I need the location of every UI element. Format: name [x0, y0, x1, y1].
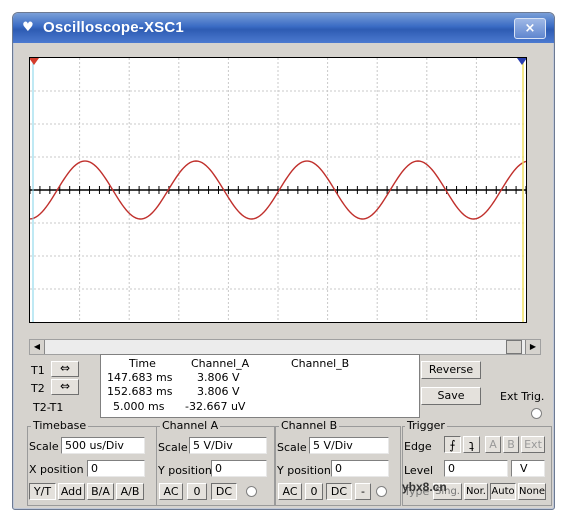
channel-a-dc-button[interactable]: DC	[211, 483, 237, 500]
save-button[interactable]: Save	[421, 387, 481, 405]
scope-screen	[30, 58, 526, 322]
col-channel-b: Channel_B	[291, 357, 350, 370]
trigger-title: Trigger	[405, 419, 447, 432]
col-time: Time	[129, 357, 156, 370]
t1-channel-a: 3.806 V	[197, 371, 240, 384]
t2-t1-time: 5.000 ms	[113, 400, 165, 413]
trigger-source-b-button[interactable]: B	[503, 436, 519, 453]
channel-a-ac-button[interactable]: AC	[159, 483, 183, 500]
trigger-auto-button[interactable]: Auto	[490, 483, 516, 500]
trigger-source-a-button[interactable]: A	[485, 436, 501, 453]
channel-a-ypos-label: Y position	[158, 464, 212, 477]
col-channel-a: Channel_A	[191, 357, 250, 370]
timebase-title: Timebase	[31, 419, 89, 432]
mode-ab-button[interactable]: A/B	[116, 483, 144, 500]
horizontal-scrollbar[interactable]: ◀ ▶	[29, 339, 541, 355]
scope-display	[29, 57, 527, 323]
ext-trig-radio[interactable]	[531, 408, 542, 419]
channel-a-gnd-button[interactable]: 0	[187, 483, 207, 500]
scroll-left-icon[interactable]: ◀	[30, 340, 45, 354]
channel-a-scale-label: Scale	[158, 441, 188, 454]
channel-b-minus-button[interactable]: -	[355, 483, 371, 500]
close-button[interactable]: ×	[514, 18, 546, 39]
channel-b-scale-label: Scale	[277, 441, 307, 454]
timebase-scale-field[interactable]: 500 us/Div	[61, 437, 145, 454]
measurement-table: Time Channel_A Channel_B 147.683 ms 3.80…	[100, 354, 420, 418]
mode-yt-button[interactable]: Y/T	[29, 483, 56, 500]
trigger-normal-button[interactable]: Nor.	[464, 483, 488, 500]
mode-add-button[interactable]: Add	[58, 483, 85, 500]
t2-channel-a: 3.806 V	[197, 385, 240, 398]
reverse-button[interactable]: Reverse	[421, 361, 481, 379]
cursor-t2-marker[interactable]	[517, 58, 526, 65]
level-label: Level	[404, 464, 434, 477]
ext-trig-label: Ext Trig.	[500, 390, 545, 403]
t2-time: 152.683 ms	[107, 385, 173, 398]
channel-b-ac-button[interactable]: AC	[278, 483, 302, 500]
channel-b-radio[interactable]	[376, 486, 387, 497]
t1-arrows-icon[interactable]: ⇔	[51, 361, 79, 377]
watermark: ybx8.cn	[402, 480, 447, 494]
oscilloscope-icon: ♥	[22, 20, 34, 35]
edge-label: Edge	[404, 440, 432, 453]
falling-edge-icon[interactable]: ʇ	[463, 436, 480, 453]
timebase-scale-label: Scale	[29, 440, 59, 453]
x-position-label: X position	[29, 463, 84, 476]
t2-label: T2	[31, 382, 45, 395]
trigger-none-button[interactable]: None	[518, 483, 546, 500]
t2-arrows-icon[interactable]: ⇔	[51, 379, 79, 395]
channel-a-scale-field[interactable]: 5 V/Div	[189, 437, 267, 454]
trigger-level-field[interactable]: 0	[444, 460, 508, 477]
window-title: Oscilloscope-XSC1	[43, 19, 184, 36]
cursor-t1-marker[interactable]	[30, 58, 39, 65]
rising-edge-icon[interactable]: ⨍	[444, 436, 461, 453]
t2-t1-label: T2-T1	[33, 401, 64, 414]
channel-b-scale-field[interactable]: 5 V/Div	[309, 437, 389, 454]
channel-b-gnd-button[interactable]: 0	[305, 483, 323, 500]
x-position-field[interactable]: 0	[87, 460, 145, 477]
channel-a-ypos-field[interactable]: 0	[211, 460, 267, 477]
channel-b-ypos-field[interactable]: 0	[331, 460, 389, 477]
mode-ba-button[interactable]: B/A	[87, 483, 114, 500]
channel-b-title: Channel B	[279, 419, 340, 432]
channel-a-radio[interactable]	[246, 486, 257, 497]
trigger-level-unit[interactable]: V	[511, 460, 545, 477]
title-bar[interactable]: ♥ Oscilloscope-XSC1 ×	[13, 13, 554, 43]
t1-time: 147.683 ms	[107, 371, 173, 384]
scroll-thumb[interactable]	[506, 340, 522, 354]
trigger-source-ext-button[interactable]: Ext	[521, 436, 545, 453]
t1-label: T1	[31, 364, 45, 377]
t2-t1-channel-a: -32.667 uV	[185, 400, 246, 413]
channel-b-ypos-label: Y position	[277, 464, 331, 477]
oscilloscope-window: ♥ Oscilloscope-XSC1 × ◀ ▶ T1 ⇔ T2 ⇔ T2-T…	[12, 12, 555, 510]
scroll-right-icon[interactable]: ▶	[525, 340, 540, 354]
channel-a-title: Channel A	[160, 419, 221, 432]
channel-b-dc-button[interactable]: DC	[326, 483, 352, 500]
